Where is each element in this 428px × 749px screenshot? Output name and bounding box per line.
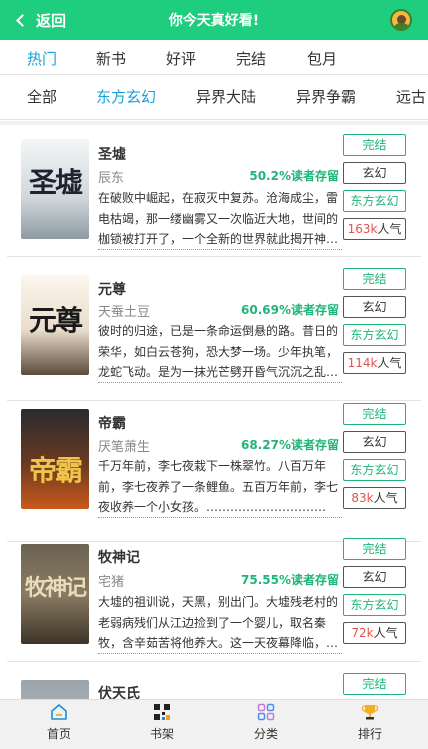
tab-ancient[interactable]: 远古	[396, 86, 426, 107]
status-badge: 完结	[343, 673, 406, 695]
book-cover[interactable]: 帝霸	[21, 409, 89, 509]
book-item[interactable]: 圣墟 圣墟 辰东 50.2%读者存留 在破败中崛起，在寂灭中复苏。沧海成尘，雷电…	[7, 125, 421, 257]
nav-home[interactable]: 首页	[19, 700, 99, 749]
nav-ranking[interactable]: 排行	[330, 700, 410, 749]
book-description: 大墟的祖训说，天黑，别出门。大墟残老村的老弱病残们从江边捡到了一个婴儿，取名秦牧…	[98, 592, 342, 654]
tab-hot[interactable]: 热门	[27, 48, 57, 69]
nav-label: 排行	[357, 727, 382, 741]
book-author: 辰东	[98, 171, 125, 186]
nav-label: 首页	[46, 727, 71, 741]
tab-good-reviews[interactable]: 好评	[166, 48, 196, 69]
book-description: 千万年前，李七夜栽下一株翠竹。八百万年前，李七夜养了一条鲤鱼。五百万年前，李七夜…	[98, 456, 342, 518]
cover-title: 元尊	[28, 304, 83, 337]
book-title[interactable]: 伏天氏	[98, 683, 140, 699]
popularity-badge: 114k人气	[343, 352, 406, 374]
popularity-badge: 163k人气	[343, 218, 406, 240]
cover-title: 牧神记	[24, 575, 87, 601]
book-item[interactable]: 牧神记 牧神记 宅猪 75.55%读者存留 大墟的祖训说，天黑，别出门。大墟残老…	[7, 538, 421, 662]
popularity-value: 72k	[351, 626, 374, 640]
tab-new[interactable]: 新书	[96, 48, 126, 69]
book-description: 彼时的归途，已是一条命运倒悬的路。昔日的荣华，如白云苍狗，恐大梦一场。少年执笔，…	[98, 321, 342, 383]
genre-badge: 东方玄幻	[343, 190, 406, 212]
app-header: 返回 你今天真好看!	[0, 0, 428, 40]
category-icon	[257, 703, 275, 721]
nav-bookshelf[interactable]: 书架	[122, 700, 202, 749]
nav-label: 书架	[149, 727, 174, 741]
popularity-unit: 人气	[377, 356, 402, 370]
status-badge: 完结	[343, 403, 406, 425]
tab-completed[interactable]: 完结	[236, 48, 266, 69]
tab-monthly[interactable]: 包月	[307, 48, 337, 69]
bottom-nav: 首页 书架 分类 排行	[0, 699, 428, 749]
popularity-unit: 人气	[373, 491, 398, 505]
book-title[interactable]: 牧神记	[98, 547, 140, 567]
nav-category[interactable]: 分类	[226, 700, 306, 749]
popularity-unit: 人气	[377, 222, 402, 236]
category-tabs: 全部 东方玄幻 异界大陆 异界争霸 远古	[0, 75, 428, 120]
status-badge: 完结	[343, 268, 406, 290]
popularity-badge: 72k人气	[343, 622, 406, 644]
bookshelf-icon	[154, 704, 170, 720]
genre-badge: 东方玄幻	[343, 459, 406, 481]
category-badge: 玄幻	[343, 162, 406, 184]
book-cover[interactable]: 牧神记	[21, 544, 89, 644]
home-icon	[51, 704, 67, 720]
category-badge: 玄幻	[343, 566, 406, 588]
book-author: 宅猪	[98, 575, 125, 590]
category-badge: 玄幻	[343, 296, 406, 318]
book-description: 在破败中崛起，在寂灭中复苏。沧海成尘，雷电枯竭，那一缕幽雾又一次临近大地，世间的…	[98, 188, 342, 250]
book-item[interactable]: 元尊 元尊 天蚕土豆 60.69%读者存留 彼时的归途，已是一条命运倒悬的路。昔…	[7, 257, 421, 401]
book-cover[interactable]	[21, 680, 89, 699]
reader-retention: 60.69%读者存留	[241, 303, 339, 317]
reader-retention: 68.27%读者存留	[241, 438, 339, 452]
tab-all[interactable]: 全部	[27, 86, 57, 107]
nav-label: 分类	[253, 727, 278, 741]
genre-badge: 东方玄幻	[343, 324, 406, 346]
book-title[interactable]: 圣墟	[98, 144, 126, 164]
status-badge: 完结	[343, 134, 406, 156]
popularity-value: 114k	[347, 356, 378, 370]
book-cover[interactable]: 元尊	[21, 275, 89, 375]
category-badge: 玄幻	[343, 431, 406, 453]
book-item[interactable]: 伏天氏 完结	[7, 662, 421, 699]
trophy-icon	[361, 705, 379, 720]
reader-retention: 75.55%读者存留	[241, 573, 339, 587]
popularity-unit: 人气	[373, 626, 398, 640]
book-author: 厌笔萧生	[98, 440, 151, 455]
tab-eastern-fantasy[interactable]: 东方玄幻	[96, 86, 156, 107]
status-badge: 完结	[343, 538, 406, 560]
popularity-badge: 83k人气	[343, 487, 406, 509]
genre-badge: 东方玄幻	[343, 594, 406, 616]
cover-title: 圣墟	[28, 166, 83, 199]
reader-retention: 50.2%读者存留	[249, 169, 339, 183]
avatar[interactable]	[390, 9, 412, 31]
page-title: 你今天真好看!	[168, 13, 260, 29]
book-title[interactable]: 帝霸	[98, 413, 126, 433]
popularity-value: 163k	[347, 222, 378, 236]
book-title[interactable]: 元尊	[98, 279, 126, 299]
tab-otherworld-hegemony[interactable]: 异界争霸	[296, 86, 356, 107]
tab-otherworld-continent[interactable]: 异界大陆	[196, 86, 256, 107]
book-cover[interactable]: 圣墟	[21, 139, 89, 239]
book-item[interactable]: 帝霸 帝霸 厌笔萧生 68.27%读者存留 千万年前，李七夜栽下一株翠竹。八百万…	[7, 401, 421, 542]
popularity-value: 83k	[351, 491, 374, 505]
book-author: 天蚕土豆	[98, 305, 151, 320]
cover-title: 帝霸	[28, 454, 83, 487]
primary-tabs: 热门 新书 好评 完结 包月	[0, 40, 428, 75]
